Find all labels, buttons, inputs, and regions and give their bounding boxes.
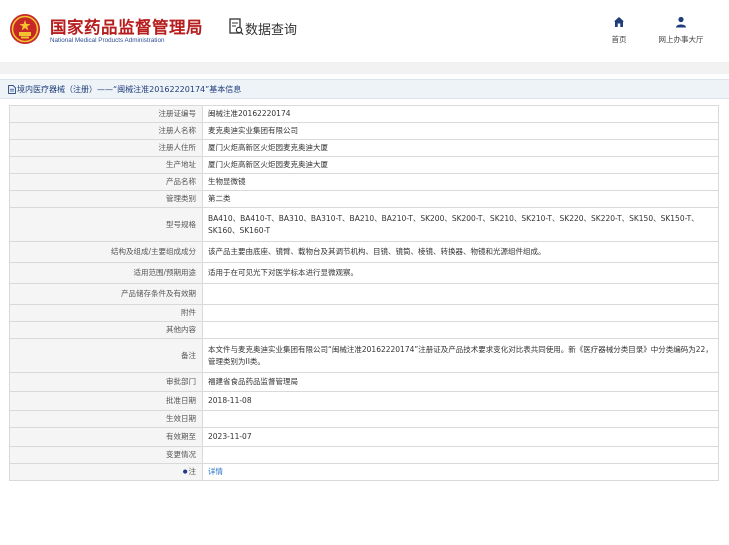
table-row-storage-conditions: 产品储存条件及有效期	[9, 283, 719, 305]
site-logo-title: 国家药品监督管理局	[50, 18, 203, 37]
other-content-label: 其他内容	[9, 321, 203, 339]
note-label-cell: ●注	[9, 463, 203, 481]
table-row-intended-use: 适用范围/预期用途 适用于在可见光下对医学标本进行显微观察。	[9, 262, 719, 284]
table-row-model-spec: 型号规格 BA410、BA410-T、BA310、BA310-T、BA210、BA…	[9, 207, 719, 242]
table-row-approval-department: 审批部门 福建省食品药品监督管理局	[9, 372, 719, 392]
intended-use-label: 适用范围/预期用途	[9, 262, 203, 284]
nav-home[interactable]: 首页	[605, 16, 633, 45]
product-name-value: 生物显微镜	[202, 173, 719, 191]
table-row-other-content: 其他内容	[9, 321, 719, 339]
approval-department-label: 审批部门	[9, 372, 203, 392]
intended-use-value: 适用于在可见光下对医学标本进行显微观察。	[202, 262, 719, 284]
user-icon	[676, 16, 686, 28]
remarks-label: 备注	[9, 338, 203, 373]
table-row-attachments: 附件	[9, 304, 719, 322]
table-row-registrant-name: 注册人名称 麦克奥迪实业集团有限公司	[9, 122, 719, 140]
table-row-approval-date: 批准日期 2018-11-08	[9, 391, 719, 411]
registration-number-label: 注册证编号	[9, 105, 203, 123]
change-status-value	[202, 446, 719, 464]
table-row-management-category: 管理类别 第二类	[9, 190, 719, 208]
approval-date-value: 2018-11-08	[202, 391, 719, 411]
national-emblem-icon	[10, 14, 40, 44]
table-row-registration-number: 注册证编号 闽械注准20162220174	[9, 105, 719, 123]
approval-date-label: 批准日期	[9, 391, 203, 411]
table-row-effective-date: 生效日期	[9, 410, 719, 428]
note-bullet-icon: ●	[182, 469, 188, 475]
structure-composition-value: 该产品主要由底座、镜臂、载物台及其调节机构、目镜、镜筒、棱镜、转换器、物镜和光源…	[202, 241, 719, 263]
nav-online-service-label: 网上办事大厅	[658, 35, 704, 44]
table-row-production-address: 生产地址 厦门火炬高新区火炬园麦克奥迪大厦	[9, 156, 719, 174]
remarks-value: 本文件与麦克奥迪实业集团有限公司“闽械注准20162220174”注册证及产品技…	[202, 338, 719, 373]
registrant-name-label: 注册人名称	[9, 122, 203, 140]
details-link[interactable]: 详情	[202, 463, 719, 481]
table-row-change-status: 变更情况	[9, 446, 719, 464]
registrant-name-value: 麦克奥迪实业集团有限公司	[202, 122, 719, 140]
breadcrumb: 境内医疗器械（注册）——“闽械注准20162220174”基本信息	[0, 79, 729, 99]
product-name-label: 产品名称	[9, 173, 203, 191]
registrant-address-value: 厦门火炬高新区火炬园麦克奥迪大厦	[202, 139, 719, 157]
nav-home-label: 首页	[611, 35, 627, 44]
table-row-expiry-date: 有效期至 2023-11-07	[9, 427, 719, 447]
storage-conditions-label: 产品储存条件及有效期	[9, 283, 203, 305]
header-divider	[0, 62, 729, 74]
attachments-label: 附件	[9, 304, 203, 322]
structure-composition-label: 结构及组成/主要组成成分	[9, 241, 203, 263]
registration-detail-table: 注册证编号 闽械注准20162220174 注册人名称 麦克奥迪实业集团有限公司 注册人…	[9, 105, 719, 481]
home-icon	[614, 17, 624, 27]
expiry-date-value: 2023-11-07	[202, 427, 719, 447]
storage-conditions-value	[202, 283, 719, 305]
registrant-address-label: 注册人住所	[9, 139, 203, 157]
document-icon	[8, 85, 16, 94]
table-row-remarks: 备注 本文件与麦克奥迪实业集团有限公司“闽械注准20162220174”注册证及产…	[9, 338, 719, 373]
model-spec-label: 型号规格	[9, 207, 203, 242]
approval-department-value: 福建省食品药品监督管理局	[202, 372, 719, 392]
attachments-value	[202, 304, 719, 322]
table-row-product-name: 产品名称 生物显微镜	[9, 173, 719, 191]
site-logo-subtitle: National Medical Products Administration	[50, 37, 165, 44]
production-address-label: 生产地址	[9, 156, 203, 174]
nav-online-service-hall[interactable]: 网上办事大厅	[649, 16, 713, 45]
breadcrumb-text: 境内医疗器械（注册）——“闽械注准20162220174”基本信息	[17, 85, 242, 94]
change-status-label: 变更情况	[9, 446, 203, 464]
management-category-label: 管理类别	[9, 190, 203, 208]
registration-number-value: 闽械注准20162220174	[202, 105, 719, 123]
expiry-date-label: 有效期至	[9, 427, 203, 447]
page-title: 数据查询	[245, 23, 298, 38]
table-row-registrant-address: 注册人住所 厦门火炬高新区火炬园麦克奥迪大厦	[9, 139, 719, 157]
effective-date-label: 生效日期	[9, 410, 203, 428]
table-row-note: ●注 详情	[9, 463, 719, 481]
model-spec-value: BA410、BA410-T、BA310、BA310-T、BA210、BA210-…	[202, 207, 719, 242]
table-row-structure-composition: 结构及组成/主要组成成分 该产品主要由底座、镜臂、载物台及其调节机构、目镜、镜筒、…	[9, 241, 719, 263]
other-content-value	[202, 321, 719, 339]
site-header: 国家药品监督管理局 National Medical Products Admi…	[0, 0, 729, 62]
note-label: 注	[188, 467, 197, 476]
data-query-icon	[229, 18, 244, 35]
production-address-value: 厦门火炬高新区火炬园麦克奥迪大厦	[202, 156, 719, 174]
management-category-value: 第二类	[202, 190, 719, 208]
effective-date-value	[202, 410, 719, 428]
